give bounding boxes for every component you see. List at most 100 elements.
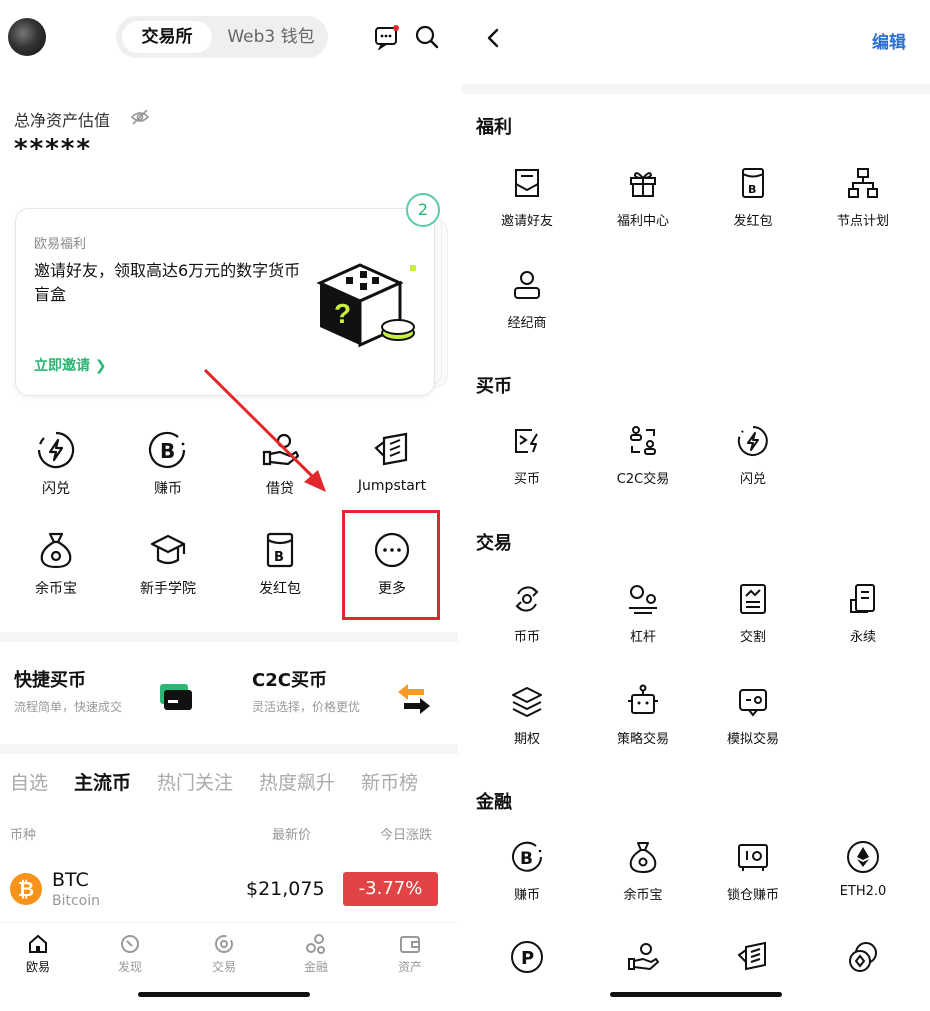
column-price: 最新价: [272, 828, 312, 843]
c2c-buy-title: C2C买币: [252, 670, 327, 691]
item-label: 交割: [739, 630, 766, 645]
hide-eye-icon[interactable]: [130, 108, 150, 126]
svg-text:B: B: [748, 183, 756, 196]
promo-tag: 欧易福利: [34, 237, 87, 252]
item-label: 邀请好友: [500, 214, 553, 229]
invite-envelope-icon: [515, 169, 539, 197]
trade-icon: [215, 935, 233, 953]
item-label: 发红包: [733, 214, 773, 229]
jumpstart-icon: [737, 941, 766, 971]
card-count-badge: 2: [406, 193, 440, 227]
feature-label: 闪兑: [42, 481, 70, 497]
svg-text:B: B: [274, 550, 284, 565]
nav-home[interactable]: 欧易: [8, 933, 68, 975]
tab-mainstream[interactable]: 主流币: [74, 772, 131, 794]
item-futures[interactable]: 交割: [698, 582, 808, 645]
flash-icon: [737, 426, 768, 456]
svg-text:?: ?: [334, 298, 351, 329]
svg-text:B: B: [160, 439, 175, 463]
item-perpetual[interactable]: 永续: [808, 582, 918, 645]
mystery-box-illustration: ?: [316, 263, 416, 348]
avatar[interactable]: [8, 18, 46, 56]
coin-symbol[interactable]: BTC: [52, 869, 89, 891]
p-coin-icon: P: [511, 941, 543, 973]
feature-academy[interactable]: 新手学院: [118, 530, 218, 598]
item-margin[interactable]: 杠杆: [588, 582, 698, 645]
item-swap[interactable]: 闪兑: [698, 424, 808, 487]
tab-new[interactable]: 新币榜: [361, 772, 418, 794]
nav-label: 金融: [303, 960, 328, 974]
buy-flash-icon: [515, 429, 538, 453]
item-label: 币币: [513, 630, 540, 645]
feature-swap[interactable]: 闪兑: [6, 430, 106, 498]
feature-earn[interactable]: B 赚币: [118, 430, 218, 498]
message-icon[interactable]: [374, 24, 400, 50]
item-savings[interactable]: 余币宝: [588, 840, 698, 903]
moneybag-icon: [629, 842, 657, 874]
section-title-welfare: 福利: [476, 117, 512, 138]
item-demo-trading[interactable]: 模拟交易: [698, 684, 808, 747]
change-badge[interactable]: -3.77%: [343, 872, 438, 906]
item-broker[interactable]: 经纪商: [472, 268, 582, 331]
search-icon[interactable]: [414, 24, 440, 50]
item-label: 期权: [513, 732, 540, 747]
home-screen: 交易所 Web3 钱包 总净资产估值 ***** 欧易福利 邀请好友，领取高达6…: [0, 0, 458, 1011]
tab-hot[interactable]: 热门关注: [157, 772, 233, 794]
user-icon: [514, 271, 540, 299]
item-label: 模拟交易: [726, 732, 779, 747]
btc-icon: ₿: [10, 873, 42, 905]
nav-discover[interactable]: 发现: [100, 933, 160, 975]
nav-label: 发现: [117, 960, 142, 974]
item-loan[interactable]: [588, 940, 698, 974]
item-earn[interactable]: B 赚币: [472, 840, 582, 903]
quick-buy-title: 快捷买币: [14, 670, 86, 691]
item-jumpstart[interactable]: [698, 940, 808, 974]
item-node-plan[interactable]: 节点计划: [808, 166, 918, 229]
safe-icon: [738, 844, 768, 871]
item-label: 锁仓赚币: [726, 888, 779, 903]
tab-exchange[interactable]: 交易所: [122, 21, 212, 53]
item-strategy[interactable]: 策略交易: [588, 684, 698, 747]
item-invite-friends[interactable]: 邀请好友: [472, 166, 582, 229]
column-change: 今日涨跌: [380, 828, 433, 843]
feature-label: 发红包: [259, 581, 301, 597]
item-welfare-center[interactable]: 福利中心: [588, 166, 698, 229]
feature-jumpstart[interactable]: Jumpstart: [342, 430, 442, 494]
feature-savings[interactable]: 余币宝: [6, 530, 106, 598]
nav-finance[interactable]: 金融: [286, 933, 346, 975]
nav-assets[interactable]: 资产: [380, 933, 440, 975]
tab-web3-wallet[interactable]: Web3 钱包: [216, 21, 326, 53]
item-red-packet[interactable]: B 发红包: [698, 166, 808, 229]
item-c2c[interactable]: C2C交易: [588, 424, 698, 487]
item-pool[interactable]: P: [472, 940, 582, 974]
back-icon[interactable]: [482, 26, 506, 50]
market-tabs: 自选 主流币 热门关注 热度飙升 新币榜: [10, 768, 444, 795]
c2c-buy-subtitle: 灵活选择，价格更优: [252, 700, 361, 714]
item-buy-crypto[interactable]: 买币: [472, 424, 582, 487]
redpacket-icon: B: [742, 168, 764, 198]
item-label: 杠杆: [629, 630, 656, 645]
item-label: 闪兑: [739, 472, 766, 487]
mode-switch: 交易所 Web3 钱包: [116, 16, 328, 58]
layers-icon: [512, 687, 542, 718]
feature-loan[interactable]: 借贷: [230, 430, 330, 498]
node-network-icon: [848, 168, 878, 198]
item-eth2[interactable]: ETH2.0: [808, 840, 918, 899]
nav-trade[interactable]: 交易: [194, 933, 254, 975]
quick-buy[interactable]: 快捷买币 流程简单，快速成交: [14, 666, 122, 715]
item-spot[interactable]: 币币: [472, 582, 582, 645]
promo-card[interactable]: 欧易福利 邀请好友，领取高达6万元的数字货币盲盒 立即邀请 ❯ ?: [15, 208, 435, 396]
item-locked-staking[interactable]: 锁仓赚币: [698, 840, 808, 903]
item-label: 永续: [849, 630, 876, 645]
invite-link[interactable]: 立即邀请 ❯: [34, 355, 107, 375]
exchange-arrows-icon: [398, 684, 430, 714]
item-dual-currency[interactable]: [808, 940, 918, 974]
item-options[interactable]: 期权: [472, 684, 582, 747]
tab-favorites[interactable]: 自选: [10, 772, 48, 794]
feature-redpacket[interactable]: B 发红包: [230, 530, 330, 598]
coin-name: Bitcoin: [52, 893, 101, 909]
edit-button[interactable]: 编辑: [872, 28, 906, 53]
c2c-buy[interactable]: C2C买币 灵活选择，价格更优: [252, 666, 360, 715]
tab-trending[interactable]: 热度飙升: [259, 772, 335, 794]
home-indicator: [138, 992, 310, 997]
